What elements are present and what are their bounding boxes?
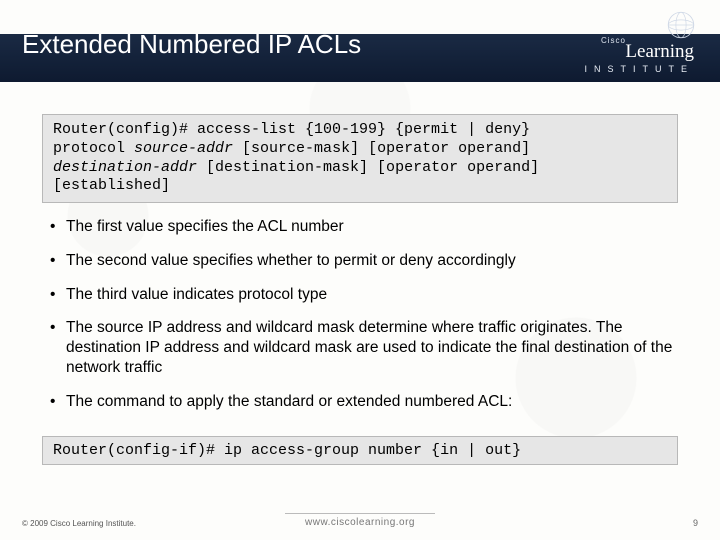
code-text: [established] (53, 177, 170, 194)
cisco-learning-logo: Cisco Learning INSTITUTE (582, 6, 702, 86)
code-text: Router(config-if)# ip access-group numbe… (53, 442, 521, 459)
bullet-item: The first value specifies the ACL number (46, 217, 674, 237)
slide-header: Extended Numbered IP ACLs Cisco Learning… (0, 0, 720, 90)
bullet-item: The command to apply the standard or ext… (46, 392, 674, 412)
slide-title: Extended Numbered IP ACLs (0, 29, 361, 60)
code-text: protocol (53, 140, 134, 157)
globe-icon (664, 8, 698, 42)
code-text: [source-mask] [operator operand] (233, 140, 530, 157)
bullet-item: The source IP address and wildcard mask … (46, 318, 674, 377)
footer-divider (285, 513, 435, 514)
bullet-item: The second value specifies whether to pe… (46, 251, 674, 271)
code-text: [destination-mask] [operator operand] (197, 159, 539, 176)
logo-line1: Learning (625, 41, 694, 63)
code-italic: source-addr (134, 140, 233, 157)
copyright-text: © 2009 Cisco Learning Institute. (22, 519, 136, 528)
bullet-list: The first value specifies the ACL number… (42, 203, 678, 436)
slide-footer: © 2009 Cisco Learning Institute. www.cis… (0, 508, 720, 530)
bullet-item: The third value indicates protocol type (46, 285, 674, 305)
syntax-box-2: Router(config-if)# ip access-group numbe… (42, 436, 678, 465)
syntax-box-1: Router(config)# access-list {100-199} {p… (42, 114, 678, 203)
logo-brand: Cisco (601, 36, 626, 45)
page-number: 9 (693, 518, 698, 528)
slide-content: Router(config)# access-list {100-199} {p… (0, 90, 720, 465)
logo-line2: INSTITUTE (585, 64, 695, 74)
code-text: Router(config)# access-list {100-199} {p… (53, 121, 530, 138)
footer-url: www.ciscolearning.org (305, 517, 415, 528)
code-italic: destination-addr (53, 159, 197, 176)
